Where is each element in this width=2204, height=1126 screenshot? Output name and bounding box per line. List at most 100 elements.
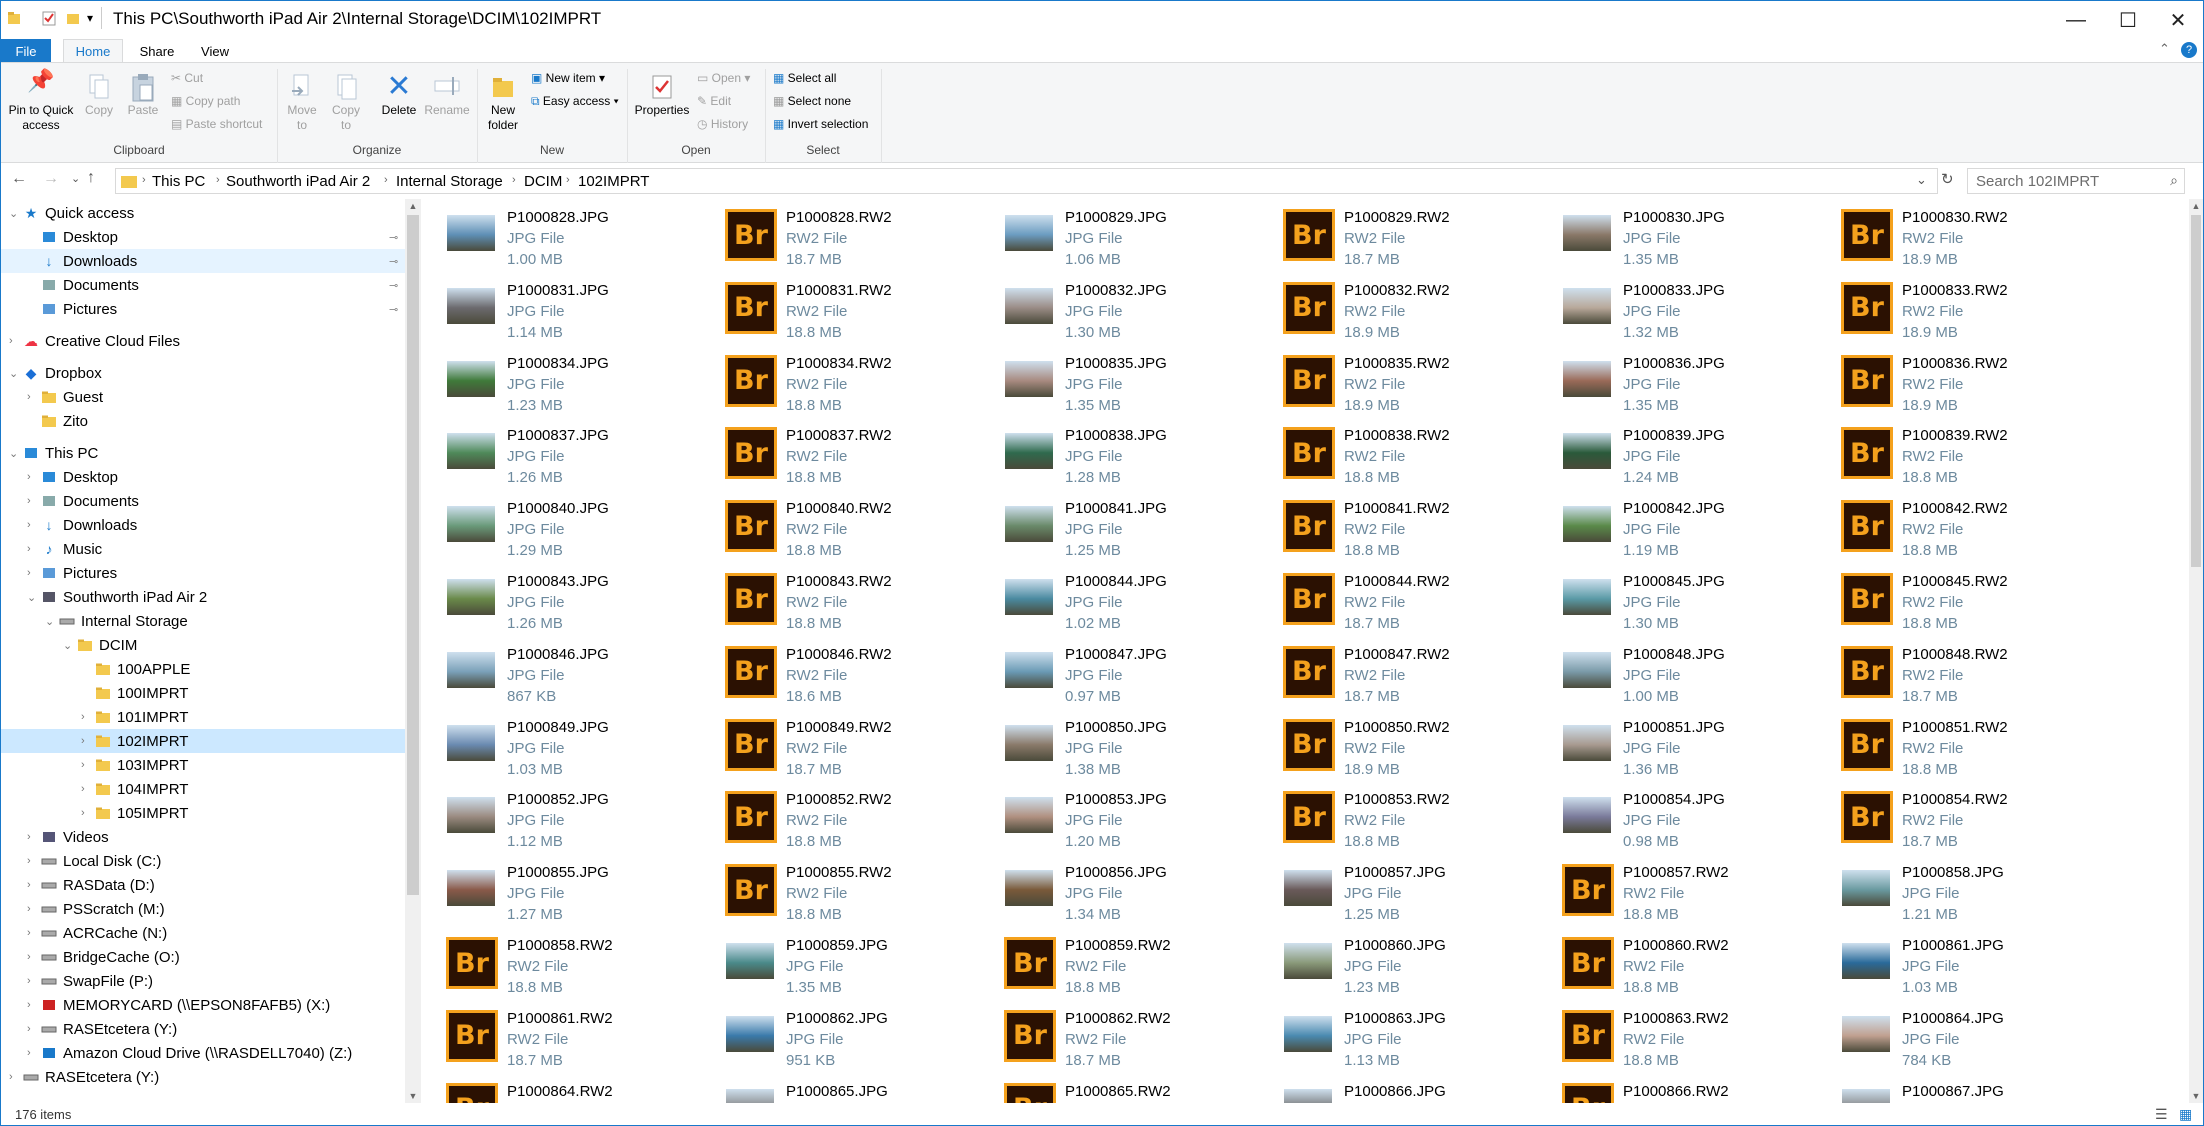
sidebar-item[interactable]: Desktop ⊸: [1, 225, 405, 249]
chevron-right-icon[interactable]: ›: [27, 999, 31, 1011]
file-tile[interactable]: P1000855.JPG JPG File 1.27 MB: [425, 856, 695, 926]
chevron-down-icon[interactable]: ⌄: [45, 615, 54, 628]
file-tile[interactable]: Br P1000865.RW2: [983, 1075, 1253, 1103]
file-tile[interactable]: P1000851.JPG JPG File 1.36 MB: [1541, 711, 1811, 781]
chevron-right-icon[interactable]: ›: [81, 807, 85, 819]
file-tile[interactable]: P1000829.JPG JPG File 1.06 MB: [983, 201, 1253, 271]
file-tile[interactable]: P1000828.JPG JPG File 1.00 MB: [425, 201, 695, 271]
file-tile[interactable]: P1000850.JPG JPG File 1.38 MB: [983, 711, 1253, 781]
address-bar[interactable]: › This PC › Southworth iPad Air 2 › Inte…: [115, 168, 1938, 194]
file-tile[interactable]: P1000859.JPG JPG File 1.35 MB: [704, 929, 974, 999]
close-button[interactable]: ✕: [2147, 1, 2204, 39]
sidebar-item[interactable]: › 102IMPRT: [1, 729, 405, 753]
sidebar-item[interactable]: › RASData (D:): [1, 873, 405, 897]
file-tile[interactable]: Br P1000851.RW2 RW2 File 18.8 MB: [1820, 711, 2090, 781]
chevron-down-icon[interactable]: ⌄: [9, 447, 18, 460]
new-item-button[interactable]: ▣ New item ▾: [531, 71, 605, 85]
paste-shortcut-button[interactable]: ▤ Paste shortcut: [171, 117, 262, 131]
file-tile[interactable]: P1000839.JPG JPG File 1.24 MB: [1541, 419, 1811, 489]
paste-button[interactable]: Paste: [125, 73, 161, 118]
sidebar-item[interactable]: › Guest: [1, 385, 405, 409]
file-tile[interactable]: Br P1000834.RW2 RW2 File 18.8 MB: [704, 347, 974, 417]
sidebar-item[interactable]: › Documents: [1, 489, 405, 513]
recent-locations-icon[interactable]: ⌄: [71, 172, 80, 185]
file-tile[interactable]: Br P1000841.RW2 RW2 File 18.8 MB: [1262, 492, 1532, 562]
sidebar-item[interactable]: ⌄ ◆ Dropbox: [1, 361, 405, 385]
file-tile[interactable]: P1000838.JPG JPG File 1.28 MB: [983, 419, 1253, 489]
sidebar-item[interactable]: ⌄ DCIM: [1, 633, 405, 657]
tab-file[interactable]: File: [1, 39, 51, 63]
move-to-button[interactable]: Move to: [283, 73, 321, 133]
sidebar-item[interactable]: › SwapFile (P:): [1, 969, 405, 993]
sidebar-item[interactable]: Documents ⊸: [1, 273, 405, 297]
chevron-right-icon[interactable]: ›: [81, 759, 85, 771]
help-icon[interactable]: ?: [2181, 42, 2197, 58]
file-tile[interactable]: P1000843.JPG JPG File 1.26 MB: [425, 565, 695, 635]
sidebar-item[interactable]: › RASEtcetera (Y:): [1, 1017, 405, 1041]
chevron-down-icon[interactable]: ⌄: [63, 639, 72, 652]
chevron-down-icon[interactable]: ⌄: [9, 207, 18, 220]
details-view-icon[interactable]: ☰: [2155, 1106, 2168, 1123]
chevron-right-icon[interactable]: ›: [27, 879, 31, 891]
file-tile[interactable]: Br P1000848.RW2 RW2 File 18.7 MB: [1820, 638, 2090, 708]
file-tile[interactable]: P1000865.JPG: [704, 1075, 974, 1103]
file-tile[interactable]: P1000867.JPG: [1820, 1075, 2090, 1103]
file-tile[interactable]: Br P1000838.RW2 RW2 File 18.8 MB: [1262, 419, 1532, 489]
tab-share[interactable]: Share: [139, 39, 175, 63]
sidebar-item[interactable]: › ACRCache (N:): [1, 921, 405, 945]
new-folder-button[interactable]: New folder: [483, 73, 523, 133]
chevron-right-icon[interactable]: ›: [9, 1071, 13, 1083]
file-tile[interactable]: P1000840.JPG JPG File 1.29 MB: [425, 492, 695, 562]
search-input[interactable]: Search 102IMPRT ⌕: [1967, 168, 2185, 194]
file-tile[interactable]: P1000831.JPG JPG File 1.14 MB: [425, 274, 695, 344]
file-tile[interactable]: Br P1000830.RW2 RW2 File 18.9 MB: [1820, 201, 2090, 271]
sidebar-item[interactable]: › Videos: [1, 825, 405, 849]
sidebar-item[interactable]: › RASEtcetera (Y:): [1, 1065, 405, 1089]
file-tile[interactable]: Br P1000847.RW2 RW2 File 18.7 MB: [1262, 638, 1532, 708]
chevron-down-icon[interactable]: ⌄: [27, 591, 36, 604]
chevron-right-icon[interactable]: ›: [27, 903, 31, 915]
content-scroll-thumb[interactable]: [2191, 215, 2201, 567]
cut-button[interactable]: ✂ Cut: [171, 71, 203, 85]
file-tile[interactable]: P1000861.JPG JPG File 1.03 MB: [1820, 929, 2090, 999]
properties-button[interactable]: Properties: [633, 73, 691, 118]
file-tile[interactable]: Br P1000836.RW2 RW2 File 18.9 MB: [1820, 347, 2090, 417]
new-folder-quick-icon[interactable]: [65, 9, 83, 29]
chevron-right-icon[interactable]: ›: [27, 391, 31, 403]
file-tile[interactable]: Br P1000852.RW2 RW2 File 18.8 MB: [704, 783, 974, 853]
file-tile[interactable]: Br P1000850.RW2 RW2 File 18.9 MB: [1262, 711, 1532, 781]
file-tile[interactable]: P1000853.JPG JPG File 1.20 MB: [983, 783, 1253, 853]
file-tile[interactable]: P1000841.JPG JPG File 1.25 MB: [983, 492, 1253, 562]
chevron-down-icon[interactable]: ⌄: [9, 367, 18, 380]
chevron-right-icon[interactable]: ›: [9, 335, 13, 347]
file-tile[interactable]: P1000830.JPG JPG File 1.35 MB: [1541, 201, 1811, 271]
sidebar-item[interactable]: › 103IMPRT: [1, 753, 405, 777]
back-icon[interactable]: ←: [11, 170, 27, 188]
sidebar-item[interactable]: › Local Disk (C:): [1, 849, 405, 873]
file-tile[interactable]: P1000856.JPG JPG File 1.34 MB: [983, 856, 1253, 926]
sidebar-item[interactable]: › 101IMPRT: [1, 705, 405, 729]
chevron-right-icon[interactable]: ›: [27, 543, 31, 555]
invert-selection-button[interactable]: ▦ Invert selection: [773, 117, 868, 131]
sidebar-item[interactable]: › MEMORYCARD (\\EPSON8FAFB5) (X:): [1, 993, 405, 1017]
sidebar-item[interactable]: ⌄ Southworth iPad Air 2: [1, 585, 405, 609]
file-tile[interactable]: Br P1000853.RW2 RW2 File 18.8 MB: [1262, 783, 1532, 853]
sidebar-scroll-thumb[interactable]: [407, 215, 419, 895]
sidebar-item[interactable]: › Pictures: [1, 561, 405, 585]
refresh-icon[interactable]: ↻: [1941, 170, 1954, 188]
file-tile[interactable]: Br P1000842.RW2 RW2 File 18.8 MB: [1820, 492, 2090, 562]
file-tile[interactable]: Br P1000855.RW2 RW2 File 18.8 MB: [704, 856, 974, 926]
sidebar-item[interactable]: 100APPLE: [1, 657, 405, 681]
sidebar-item[interactable]: › PSScratch (M:): [1, 897, 405, 921]
sidebar-item[interactable]: 100IMPRT: [1, 681, 405, 705]
file-tile[interactable]: P1000860.JPG JPG File 1.23 MB: [1262, 929, 1532, 999]
file-tile[interactable]: Br P1000839.RW2 RW2 File 18.8 MB: [1820, 419, 2090, 489]
sidebar-item[interactable]: ↓ Downloads ⊸: [1, 249, 405, 273]
sidebar-item[interactable]: › BridgeCache (O:): [1, 945, 405, 969]
sidebar-item[interactable]: › 104IMPRT: [1, 777, 405, 801]
file-tile[interactable]: Br P1000837.RW2 RW2 File 18.8 MB: [704, 419, 974, 489]
breadcrumb-device[interactable]: Southworth iPad Air 2: [226, 173, 370, 190]
breadcrumb-dcim[interactable]: DCIM: [524, 173, 562, 190]
tiles-view-icon[interactable]: ▦: [2179, 1106, 2192, 1123]
chevron-right-icon[interactable]: ›: [27, 519, 31, 531]
